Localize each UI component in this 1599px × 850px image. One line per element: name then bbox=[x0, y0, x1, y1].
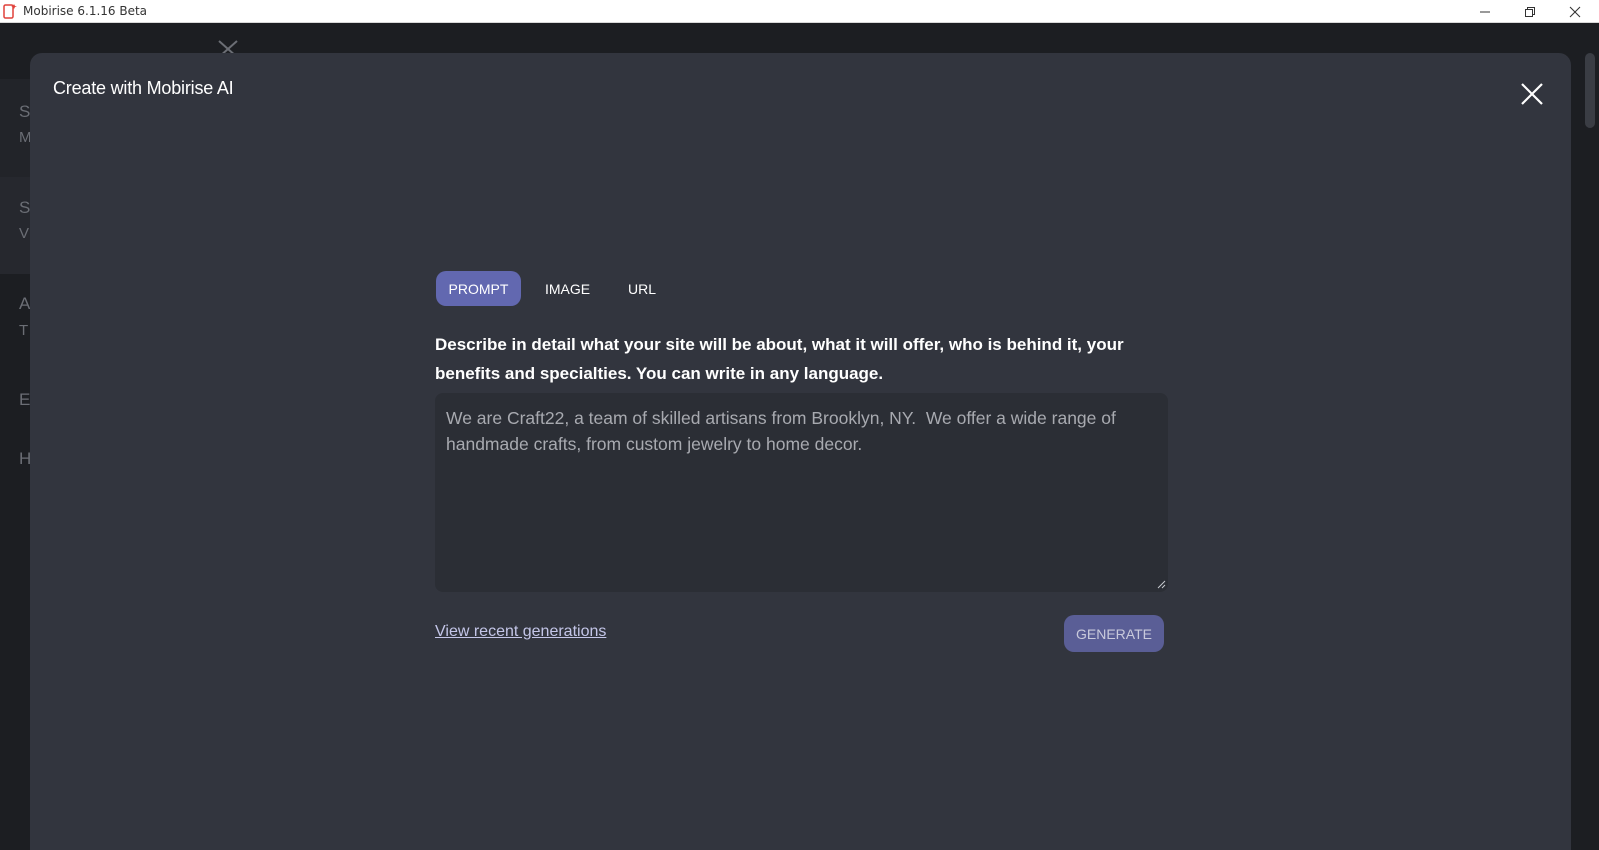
window-titlebar: Mobirise 6.1.16 Beta bbox=[0, 0, 1599, 23]
resize-grip-icon[interactable] bbox=[1157, 580, 1166, 589]
prompt-instructions: Describe in detail what your site will b… bbox=[435, 335, 1124, 383]
mode-tabs: PROMPT IMAGE URL bbox=[436, 271, 670, 306]
modal-close-button[interactable] bbox=[1518, 80, 1546, 108]
background-scrollbar bbox=[1585, 53, 1595, 128]
sidebar-letter: S bbox=[19, 198, 31, 217]
sidebar-letter: E bbox=[19, 390, 31, 409]
ai-create-modal: Create with Mobirise AI PROMPT IMAGE URL… bbox=[30, 53, 1571, 850]
sidebar-letter: T bbox=[19, 322, 29, 339]
window-close-button[interactable] bbox=[1552, 0, 1598, 23]
view-recent-generations-link[interactable]: View recent generations bbox=[435, 623, 606, 641]
restore-icon bbox=[1525, 6, 1535, 17]
prompt-input[interactable] bbox=[435, 393, 1168, 592]
sidebar-letter: V bbox=[19, 225, 30, 242]
restore-button[interactable] bbox=[1507, 0, 1553, 23]
sidebar-letter: A bbox=[19, 294, 31, 313]
minimize-icon bbox=[1480, 11, 1490, 12]
tab-image[interactable]: IMAGE bbox=[521, 271, 614, 306]
modal-title: Create with Mobirise AI bbox=[53, 78, 234, 98]
sidebar-letter: S bbox=[19, 102, 31, 121]
tab-url[interactable]: URL bbox=[614, 271, 670, 306]
mobirise-app-icon bbox=[3, 4, 17, 19]
generate-button[interactable]: GENERATE bbox=[1064, 615, 1164, 652]
tab-prompt[interactable]: PROMPT bbox=[436, 271, 521, 306]
close-icon bbox=[1569, 6, 1581, 17]
minimize-button[interactable] bbox=[1462, 0, 1508, 23]
window-title: Mobirise 6.1.16 Beta bbox=[23, 4, 148, 18]
